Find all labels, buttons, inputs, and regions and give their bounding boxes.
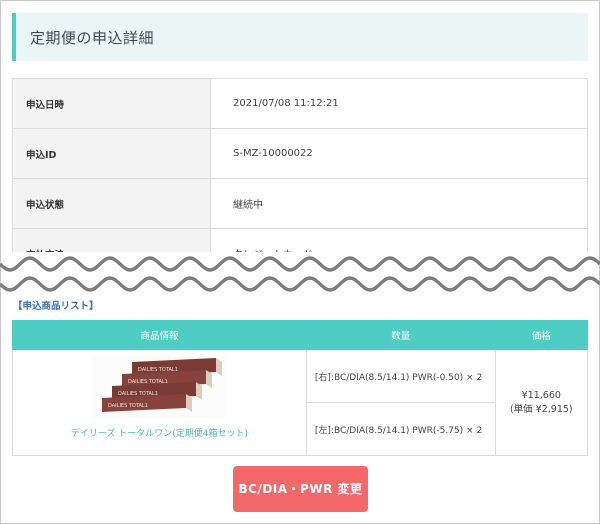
detail-label: 申込日時 (12, 78, 211, 129)
option-left-eye: [左]:BC/DIA(8.5/14.1) PWR(-5.75) × 2 (305, 402, 496, 456)
detail-label: 申込状態 (12, 178, 211, 229)
detail-table: 申込日時 2021/07/08 11:12:21 申込ID S-MZ-10000… (12, 78, 588, 279)
header-quantity: 数量 (305, 320, 496, 350)
header-product-info: 商品情報 (12, 320, 307, 350)
product-name-link[interactable]: デイリーズ トータルワン(定期便4箱セット) (14, 426, 305, 439)
box-label-3: DAILIES TOTAL1 (118, 391, 158, 397)
product-info-cell: DAILIES TOTAL1 DAILIES TOTAL1 DAILIES TO… (12, 349, 307, 456)
price-cell: ¥11,660 (単価 ¥2,915) (494, 349, 589, 456)
box-label-4: DAILIES TOTAL1 (108, 403, 148, 409)
wave-divider (0, 256, 600, 292)
table-row: 申込日時 2021/07/08 11:12:21 (12, 78, 588, 129)
page-title-box: 定期便の申込詳細 (12, 13, 588, 61)
detail-label: 申込ID (12, 128, 211, 179)
table-row: DAILIES TOTAL1 DAILIES TOTAL1 DAILIES TO… (12, 349, 589, 456)
box-label-1: DAILIES TOTAL1 (138, 367, 178, 373)
product-list-label: 【申込商品リスト】 (13, 301, 99, 312)
table-row: 申込ID S-MZ-10000022 (12, 128, 588, 179)
header-price: 価格 (494, 320, 589, 350)
detail-value: 継続中 (210, 178, 588, 229)
table-row: 申込状態 継続中 (12, 178, 588, 229)
price-unit: (単価 ¥2,915) (509, 403, 573, 415)
detail-value: S-MZ-10000022 (210, 128, 588, 179)
page-title: 定期便の申込詳細 (30, 29, 155, 47)
change-bc-dia-pwr-button[interactable]: BC/DIA・PWR 変更 (233, 466, 368, 512)
detail-value: 2021/07/08 11:12:21 (210, 78, 588, 129)
product-table: 商品情報 数量 価格 DAILIES TOTAL1 DAILIES TOTAL1 (12, 320, 589, 456)
box-label-2: DAILIES TOTAL1 (128, 379, 168, 385)
price-total: ¥11,660 (521, 389, 561, 401)
product-image: DAILIES TOTAL1 DAILIES TOTAL1 DAILIES TO… (92, 356, 227, 418)
option-right-eye: [右]:BC/DIA(8.5/14.1) PWR(-0.50) × 2 (305, 349, 496, 403)
